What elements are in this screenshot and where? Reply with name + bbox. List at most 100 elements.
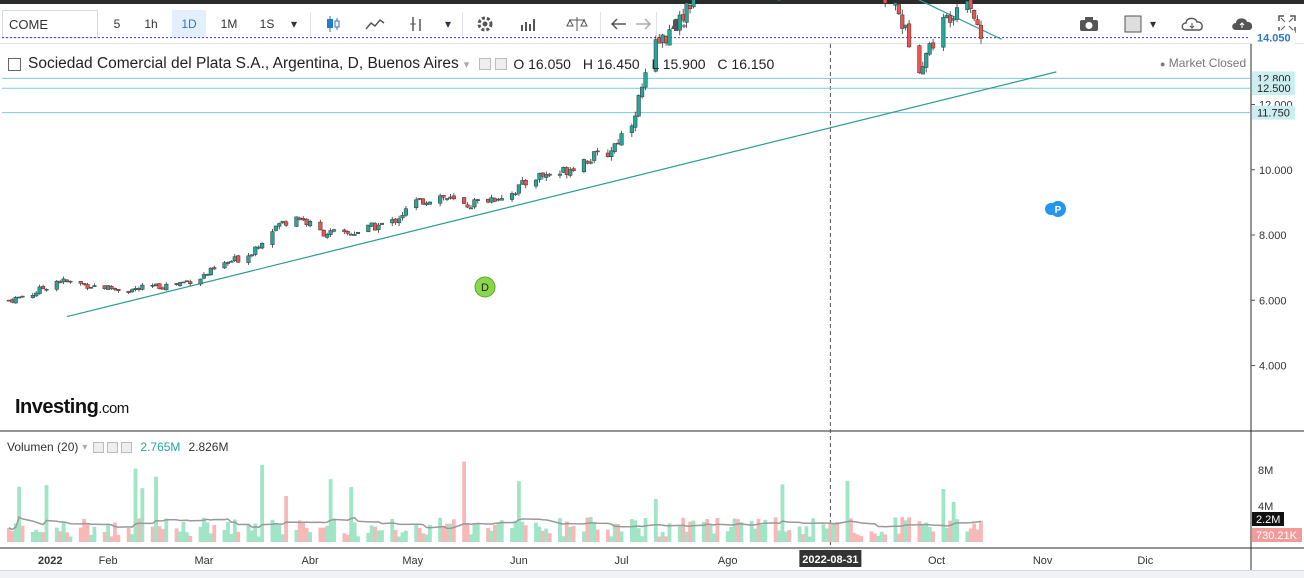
candle-body <box>68 280 73 283</box>
candle-body <box>225 262 230 264</box>
volume-bar <box>448 523 453 542</box>
candle-body <box>133 288 138 290</box>
candle-body <box>664 35 669 44</box>
volume-eye-icon[interactable] <box>93 441 105 453</box>
candle-body <box>475 199 480 201</box>
candle-body <box>88 287 94 289</box>
candle-body <box>345 231 350 234</box>
volume-bar <box>54 527 59 542</box>
candle-body <box>390 219 395 224</box>
candle-body <box>509 193 515 200</box>
eye-icon[interactable] <box>479 58 492 70</box>
volume-bar <box>451 519 456 542</box>
candle-body <box>420 198 426 205</box>
candle-body <box>325 234 330 238</box>
volume-settings-icon[interactable] <box>107 441 119 453</box>
candle-body <box>373 223 378 231</box>
candle-body <box>585 160 590 164</box>
volume-bar <box>664 536 668 542</box>
volume-bar <box>212 525 217 542</box>
volume-bar <box>82 518 87 542</box>
volume-bar <box>828 523 833 542</box>
volume-bar <box>571 525 576 542</box>
candle-body <box>92 285 97 287</box>
volume-bar <box>332 518 336 542</box>
volume-bar <box>325 525 330 542</box>
candle-body <box>184 280 189 282</box>
candle-body <box>520 180 525 185</box>
time-label: Ago <box>718 555 738 567</box>
volume-bar <box>20 525 25 542</box>
title-dropdown-icon[interactable]: ▾ <box>464 58 470 71</box>
volume-bar <box>811 518 816 542</box>
volume-bar <box>660 531 665 542</box>
volume-bar <box>681 517 686 542</box>
volume-bar <box>318 527 323 542</box>
candle-body <box>116 288 121 291</box>
candle-body <box>376 224 381 230</box>
volume-bar <box>229 533 234 542</box>
volume-bar <box>109 536 114 542</box>
candle-body <box>941 17 946 48</box>
candle-body <box>616 142 621 145</box>
volume-bar <box>486 528 490 542</box>
volume-bar <box>41 532 45 542</box>
volume-bar <box>164 518 169 542</box>
settings-small-icon[interactable] <box>495 58 508 70</box>
candle-body <box>342 229 347 232</box>
candle-body <box>236 255 241 263</box>
status-dot-icon: ● <box>1160 59 1166 69</box>
volume-bar <box>188 536 193 542</box>
volume-bar <box>705 518 710 542</box>
volume-bar <box>414 524 419 542</box>
time-label: Mar <box>194 555 213 567</box>
candle-body <box>85 284 90 289</box>
volume-bar <box>691 520 696 542</box>
volume-bar <box>903 520 908 542</box>
candle-body <box>414 199 419 208</box>
volume-bar <box>277 524 282 542</box>
volume-bar <box>226 521 230 542</box>
candle-body <box>561 167 566 173</box>
volume-bar <box>150 526 155 542</box>
volume-bar <box>198 526 203 542</box>
volume-bar <box>893 517 898 542</box>
low-value: L 15.900 <box>651 56 706 72</box>
volume-bar <box>496 523 501 542</box>
volume-bar <box>715 517 720 542</box>
volume-bar <box>736 519 740 542</box>
volume-bar <box>653 498 658 542</box>
candle-body <box>533 179 539 187</box>
volume-bar <box>137 518 141 542</box>
volume-bar <box>633 520 638 542</box>
volume-bar <box>595 529 600 542</box>
candle-body <box>776 0 782 1</box>
time-label: Feb <box>99 555 118 567</box>
volume-bar <box>907 517 912 542</box>
candle-body <box>462 197 467 204</box>
price-tick-label: 6.000 <box>1259 295 1287 307</box>
volume-bar <box>896 533 901 542</box>
candle-body <box>201 274 207 279</box>
volume-bar <box>273 524 278 542</box>
volume-bar <box>126 527 131 542</box>
volume-bar <box>85 523 90 542</box>
volume-bar <box>523 525 528 542</box>
candle-body <box>349 233 354 236</box>
candle-body <box>619 133 624 146</box>
candle-body <box>924 53 929 68</box>
volume-bar <box>835 522 840 542</box>
high-value: H 16.450 <box>582 56 640 72</box>
volume-bar <box>931 531 935 542</box>
volume-close-icon[interactable] <box>121 441 133 453</box>
volume-bar <box>783 531 788 542</box>
volume-dropdown-icon[interactable]: ▾ <box>82 442 87 453</box>
candlestick-series <box>6 0 984 304</box>
candle-body <box>164 283 169 291</box>
time-label: 2022 <box>38 555 62 567</box>
time-label: Nov <box>1033 555 1053 567</box>
price-chart[interactable]: 4.0006.0008.00010.00012.00016.70015.9011… <box>0 0 1304 578</box>
volume-legend: Volumen (20) ▾ 2.765M 2.826M <box>7 440 228 454</box>
candle-body <box>318 221 323 231</box>
legend-toggle-icon[interactable] <box>8 57 21 71</box>
